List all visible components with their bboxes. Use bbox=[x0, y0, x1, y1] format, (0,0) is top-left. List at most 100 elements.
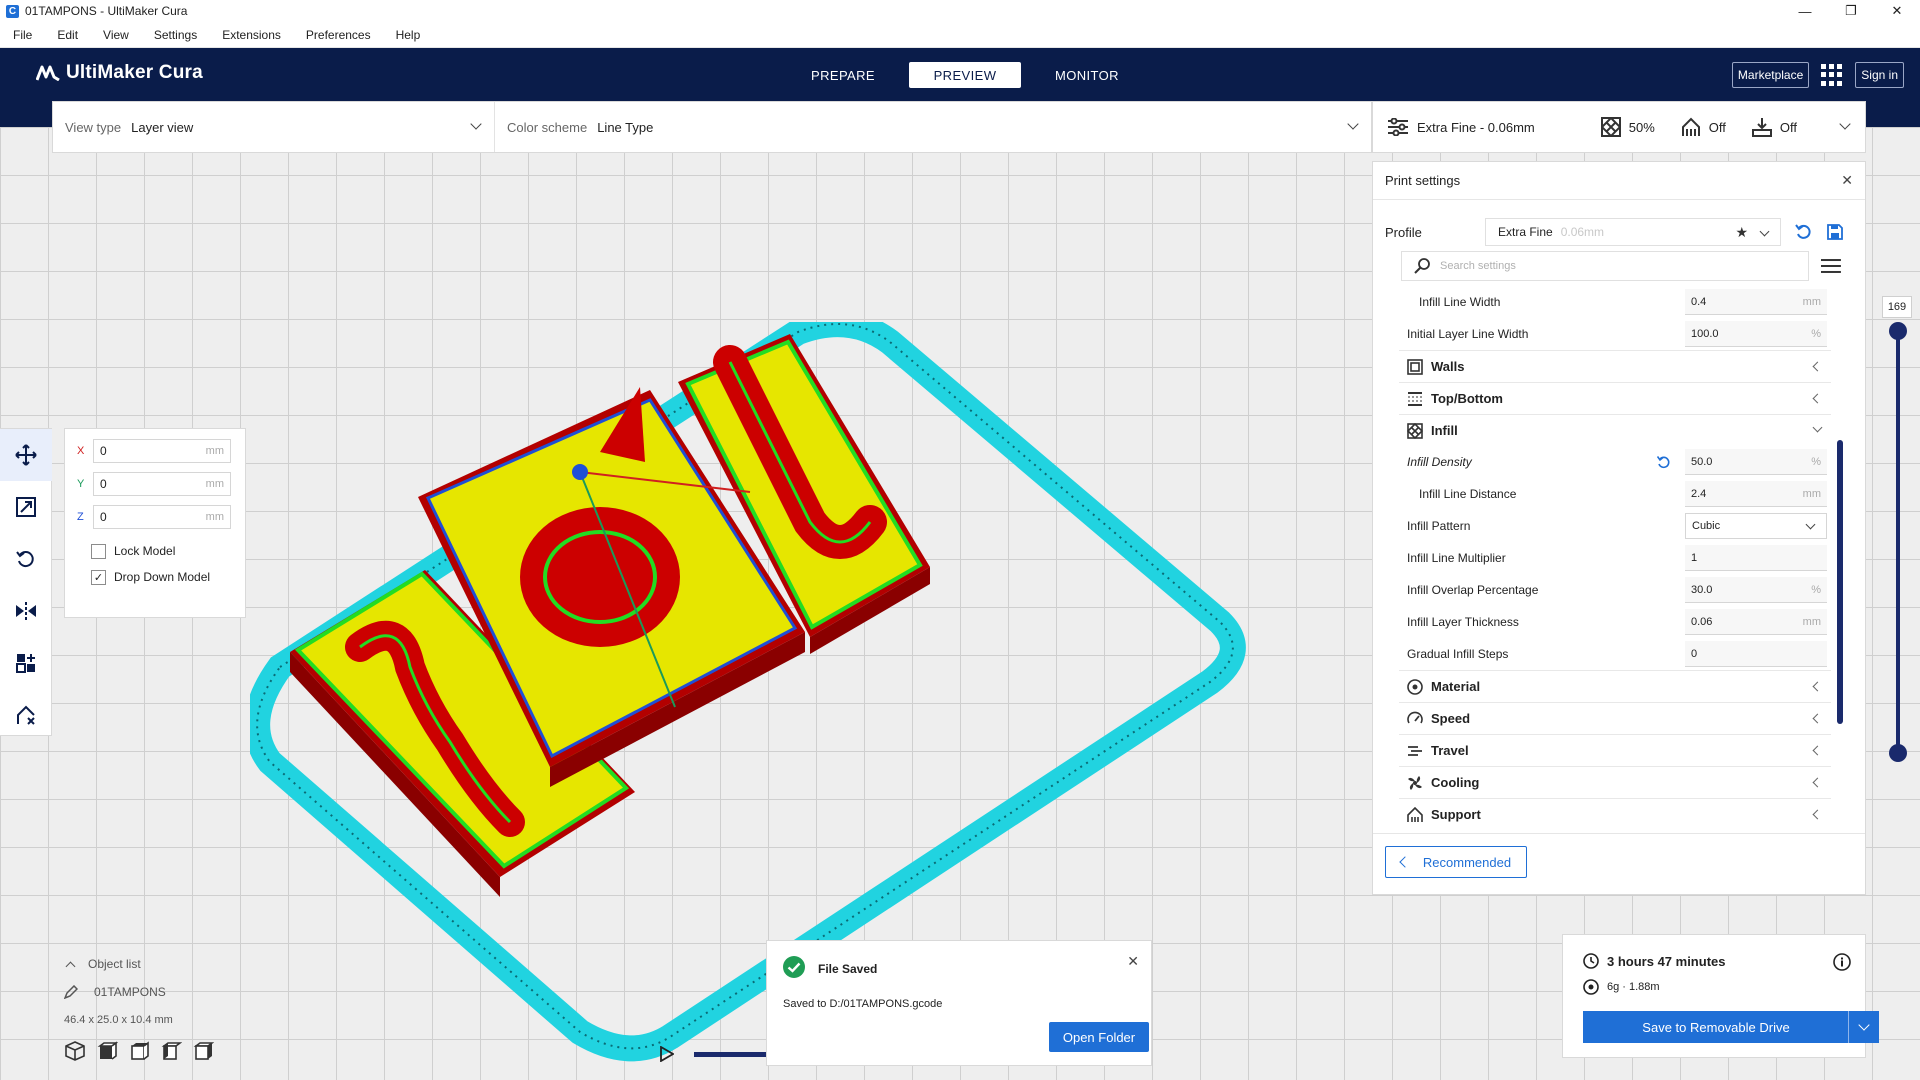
menu-settings[interactable]: Settings bbox=[141, 28, 209, 42]
per-model-settings-button[interactable] bbox=[0, 637, 52, 689]
settings-scrollbar[interactable] bbox=[1837, 440, 1843, 724]
menu-icon[interactable] bbox=[1821, 258, 1841, 274]
setting-value-input[interactable]: 0.4 mm bbox=[1685, 289, 1827, 315]
category-walls[interactable]: Walls bbox=[1399, 350, 1831, 382]
tab-monitor[interactable]: MONITOR bbox=[1031, 62, 1143, 88]
close-icon[interactable]: ✕ bbox=[1841, 172, 1853, 189]
menu-preferences[interactable]: Preferences bbox=[293, 28, 383, 42]
support-blocker-button[interactable] bbox=[0, 689, 52, 741]
category-cooling[interactable]: Cooling bbox=[1399, 766, 1831, 798]
setting-value-input[interactable]: 0 bbox=[1685, 641, 1827, 667]
print-setup-selector[interactable]: Extra Fine - 0.06mm 50% Off Off bbox=[1372, 101, 1866, 153]
menu-help[interactable]: Help bbox=[383, 28, 433, 42]
infill-pattern-dropdown[interactable]: Cubic bbox=[1685, 513, 1827, 539]
support-summary-text: Off bbox=[1708, 119, 1726, 135]
restore-button[interactable]: ❐ bbox=[1828, 0, 1874, 22]
clock-icon bbox=[1583, 953, 1599, 969]
save-profile-icon[interactable] bbox=[1827, 224, 1843, 240]
category-speed[interactable]: Speed bbox=[1399, 702, 1831, 734]
search-settings-input[interactable]: Search settings bbox=[1401, 251, 1810, 281]
y-coordinate-input[interactable]: 0 mm bbox=[93, 472, 231, 496]
front-view-icon[interactable] bbox=[96, 1040, 118, 1062]
reset-setting-icon[interactable] bbox=[1657, 455, 1671, 469]
3d-view-icon[interactable] bbox=[64, 1040, 86, 1062]
profile-dropdown[interactable]: Extra Fine 0.06mm ★ bbox=[1485, 218, 1781, 246]
menu-edit[interactable]: Edit bbox=[44, 28, 90, 42]
setting-value: 2.4 bbox=[1691, 487, 1707, 500]
save-to-removable-drive-button[interactable]: Save to Removable Drive bbox=[1583, 1011, 1879, 1043]
current-layer-input[interactable]: 169 bbox=[1882, 296, 1912, 318]
right-view-icon[interactable] bbox=[192, 1040, 214, 1062]
view-settings-bar: View type Layer view Color scheme Line T… bbox=[52, 101, 1372, 153]
menu-file[interactable]: File bbox=[0, 28, 44, 42]
menu-view[interactable]: View bbox=[90, 28, 141, 42]
scale-icon bbox=[16, 497, 36, 517]
chevron-down-icon[interactable] bbox=[1858, 1019, 1870, 1031]
profile-name: Extra Fine bbox=[1498, 225, 1553, 239]
info-icon[interactable] bbox=[1833, 953, 1851, 971]
z-coordinate-input[interactable]: 0 mm bbox=[93, 505, 231, 529]
category-infill[interactable]: Infill bbox=[1399, 414, 1831, 446]
category-top-bottom[interactable]: Top/Bottom bbox=[1399, 382, 1831, 414]
reset-profile-icon[interactable] bbox=[1795, 223, 1813, 241]
category-travel[interactable]: Travel bbox=[1399, 734, 1831, 766]
close-window-button[interactable]: ✕ bbox=[1874, 0, 1920, 22]
layer-slider[interactable]: 169 bbox=[1880, 296, 1916, 766]
play-icon[interactable] bbox=[660, 1046, 674, 1062]
color-scheme-dropdown[interactable]: Color scheme Line Type bbox=[495, 102, 1371, 152]
file-saved-notification: File Saved ✕ Saved to D:/01TAMPONS.gcode… bbox=[766, 940, 1152, 1066]
notification-title: File Saved bbox=[818, 962, 878, 976]
rotate-tool-button[interactable] bbox=[0, 533, 52, 585]
object-name-row[interactable]: 01TAMPONS bbox=[64, 978, 264, 1006]
star-icon[interactable]: ★ bbox=[1735, 224, 1748, 241]
apps-grid-icon[interactable] bbox=[1821, 64, 1843, 86]
view-type-dropdown[interactable]: View type Layer view bbox=[53, 102, 495, 152]
tab-preview[interactable]: PREVIEW bbox=[909, 62, 1021, 88]
print-time: 3 hours 47 minutes bbox=[1607, 953, 1726, 969]
object-list-title: Object list bbox=[88, 957, 141, 971]
adhesion-icon bbox=[1751, 118, 1772, 137]
pencil-icon bbox=[64, 985, 78, 999]
stage-tabs: PREPARE PREVIEW MONITOR bbox=[787, 62, 1153, 88]
profile-summary: Extra Fine - 0.06mm bbox=[1387, 118, 1535, 136]
support-blocker-icon bbox=[17, 705, 35, 725]
object-list-toggle[interactable]: Object list bbox=[64, 950, 264, 978]
lock-model-checkbox[interactable] bbox=[91, 543, 106, 559]
category-label: Travel bbox=[1431, 743, 1469, 758]
top-view-icon[interactable] bbox=[128, 1040, 150, 1062]
tab-prepare[interactable]: PREPARE bbox=[787, 62, 899, 88]
move-icon bbox=[15, 444, 37, 466]
category-material[interactable]: Material bbox=[1399, 670, 1831, 702]
sign-in-button[interactable]: Sign in bbox=[1855, 62, 1904, 88]
x-coordinate-row: X 0 mm bbox=[77, 439, 233, 463]
setting-value-input[interactable]: 2.4 mm bbox=[1685, 481, 1827, 507]
category-support[interactable]: Support bbox=[1399, 798, 1831, 830]
chevron-up-icon bbox=[65, 961, 76, 971]
x-coordinate-input[interactable]: 0 mm bbox=[93, 439, 231, 463]
setting-value-input[interactable]: 0.06 mm bbox=[1685, 609, 1827, 635]
minimize-button[interactable]: — bbox=[1782, 0, 1828, 22]
setting-unit: % bbox=[1811, 583, 1821, 596]
setting-value-input[interactable]: 50.0 % bbox=[1685, 449, 1827, 475]
setting-value-input[interactable]: 100.0 % bbox=[1685, 321, 1827, 347]
lock-model-row[interactable]: Lock Model bbox=[91, 538, 233, 564]
close-icon[interactable]: ✕ bbox=[1127, 953, 1139, 970]
move-tool-button[interactable] bbox=[0, 429, 52, 481]
drop-down-model-label: Drop Down Model bbox=[114, 570, 211, 584]
left-view-icon[interactable] bbox=[160, 1040, 182, 1062]
layer-slider-upper-handle[interactable] bbox=[1889, 322, 1907, 340]
layer-slider-track[interactable] bbox=[1896, 330, 1900, 750]
setting-value-input[interactable]: 1 bbox=[1685, 545, 1827, 571]
y-value: 0 bbox=[100, 477, 107, 491]
recommended-button[interactable]: Recommended bbox=[1385, 846, 1527, 878]
drop-down-model-row[interactable]: ✓ Drop Down Model bbox=[91, 564, 233, 590]
mirror-tool-button[interactable] bbox=[0, 585, 52, 637]
open-folder-button[interactable]: Open Folder bbox=[1049, 1022, 1149, 1052]
layer-slider-lower-handle[interactable] bbox=[1889, 744, 1907, 762]
scale-tool-button[interactable] bbox=[0, 481, 52, 533]
marketplace-button[interactable]: Marketplace bbox=[1731, 62, 1810, 88]
menu-extensions[interactable]: Extensions bbox=[209, 28, 293, 42]
drop-down-model-checkbox[interactable]: ✓ bbox=[91, 569, 106, 585]
chevron-left-icon bbox=[1812, 809, 1823, 820]
setting-value-input[interactable]: 30.0 % bbox=[1685, 577, 1827, 603]
